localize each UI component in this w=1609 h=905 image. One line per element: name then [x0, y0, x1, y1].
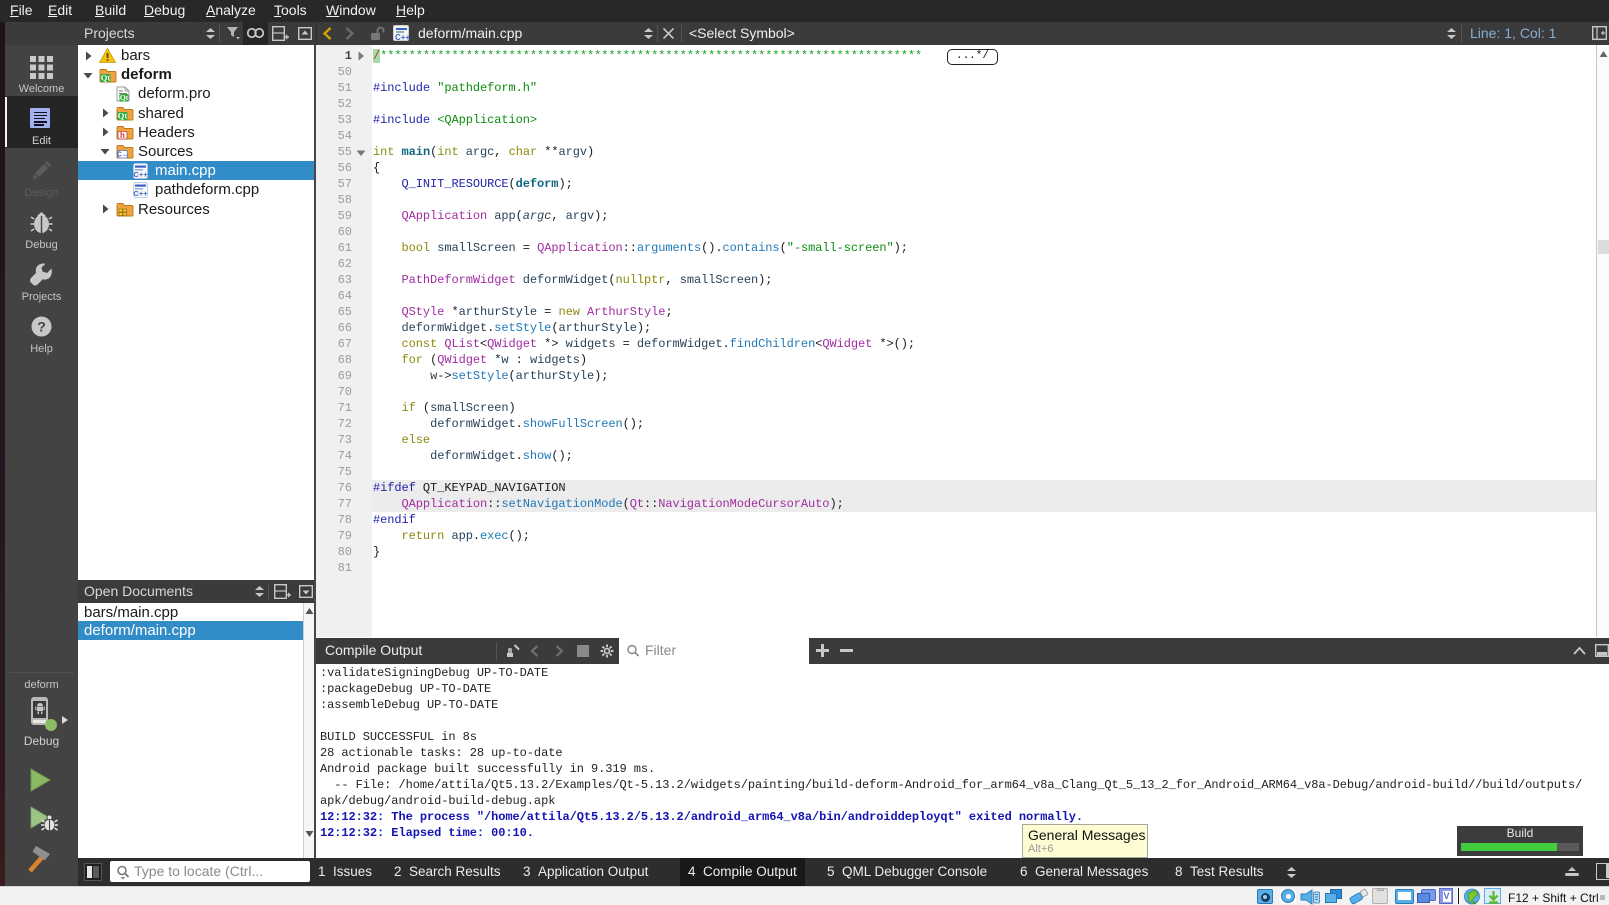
svg-text:C↔: C↔	[117, 152, 129, 159]
svg-text:h: h	[120, 131, 125, 140]
svg-text:?: ?	[37, 319, 46, 335]
svg-text:C++: C++	[133, 170, 148, 179]
svg-text:C++: C++	[133, 189, 148, 198]
svg-text:Qt: Qt	[101, 73, 111, 83]
svg-text:Qt: Qt	[120, 93, 129, 102]
svg-text:Qt: Qt	[118, 111, 128, 121]
